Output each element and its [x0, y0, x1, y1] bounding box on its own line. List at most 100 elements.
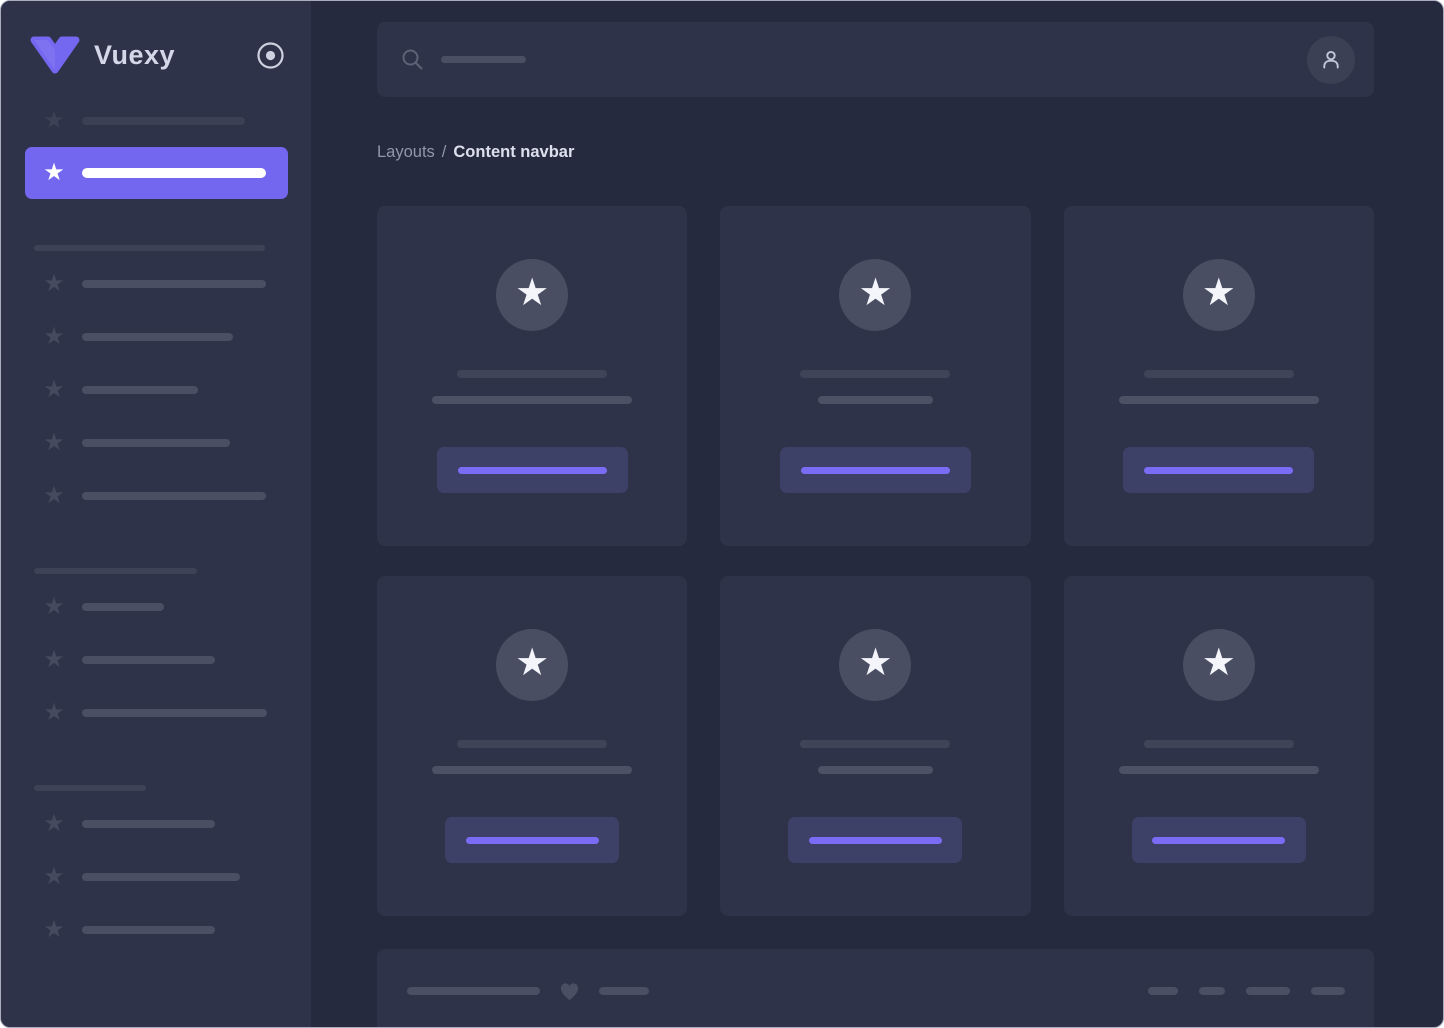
sidebar-menu-item[interactable]: ★: [1, 797, 311, 850]
menu-item-skeleton-bar: [82, 280, 266, 288]
star-avatar: ★: [1183, 629, 1255, 701]
sidebar-section-header-bar: [34, 785, 146, 791]
footer-skeleton-bar: [407, 987, 540, 995]
star-icon: ★: [41, 865, 67, 889]
sidebar-menu: ★ ★ ★ ★ ★ ★ ★ ★ ★ ★ ★ ★ ★: [1, 94, 311, 956]
star-icon: ★: [41, 648, 67, 672]
star-avatar: ★: [839, 259, 911, 331]
heart-icon: [557, 979, 582, 1003]
card-skeleton-line-2: [1119, 766, 1319, 774]
sidebar-menu-item[interactable]: ★: [1, 310, 311, 363]
star-avatar: ★: [1183, 259, 1255, 331]
sidebar-menu-item[interactable]: ★: [1, 633, 311, 686]
star-icon: ★: [515, 274, 549, 312]
menu-item-skeleton-bar: [82, 656, 215, 664]
menu-item-skeleton-bar: [82, 873, 240, 881]
search-input-placeholder-bar[interactable]: [441, 56, 526, 63]
sidebar: Vuexy ★ ★ ★ ★ ★ ★ ★ ★ ★: [1, 1, 311, 1027]
star-icon: ★: [41, 595, 67, 619]
main-content: Layouts/Content navbar ★ ★ ★ ★: [311, 1, 1443, 1027]
star-icon: ★: [41, 918, 67, 942]
footer-skeleton-bar: [599, 987, 649, 995]
star-icon: ★: [1202, 644, 1236, 682]
sidebar-menu-item[interactable]: ★: [1, 416, 311, 469]
sidebar-section-header-bar: [34, 245, 265, 251]
breadcrumb: Layouts/Content navbar: [377, 143, 1374, 162]
card-button-label-bar: [458, 467, 607, 474]
content-card: ★: [720, 206, 1030, 546]
search-icon[interactable]: [401, 48, 424, 71]
card-skeleton-line-2: [432, 396, 632, 404]
card-button-label-bar: [466, 837, 599, 844]
menu-item-skeleton-bar: [82, 439, 230, 447]
sidebar-menu-item[interactable]: ★: [25, 147, 288, 199]
card-button[interactable]: [780, 447, 971, 493]
menu-item-skeleton-bar: [82, 117, 245, 125]
top-navbar: [377, 22, 1374, 97]
star-icon: ★: [41, 161, 67, 185]
footer-skeleton-bar: [1148, 987, 1178, 995]
star-icon: ★: [41, 272, 67, 296]
sidebar-menu-item[interactable]: ★: [1, 469, 311, 522]
star-icon: ★: [41, 378, 67, 402]
star-icon: ★: [41, 431, 67, 455]
card-button-label-bar: [801, 467, 950, 474]
content-card: ★: [1064, 206, 1374, 546]
breadcrumb-section[interactable]: Layouts: [377, 143, 435, 161]
star-avatar: ★: [496, 259, 568, 331]
brand-title: Vuexy: [94, 40, 175, 71]
card-skeleton-line-1: [457, 740, 607, 748]
star-icon: ★: [41, 484, 67, 508]
card-skeleton-line-2: [818, 396, 933, 404]
star-icon: ★: [41, 812, 67, 836]
footer-card: [377, 949, 1374, 1027]
card-skeleton-line-1: [1144, 740, 1294, 748]
sidebar-menu-item[interactable]: ★: [1, 257, 311, 310]
card-skeleton-line-1: [1144, 370, 1294, 378]
star-avatar: ★: [839, 629, 911, 701]
menu-item-skeleton-bar: [82, 386, 198, 394]
sidebar-menu-item[interactable]: ★: [1, 850, 311, 903]
content-card: ★: [377, 576, 687, 916]
sidebar-menu-item[interactable]: ★: [1, 903, 311, 956]
footer-right-group: [1148, 987, 1345, 995]
card-skeleton-line-1: [457, 370, 607, 378]
sidebar-menu-item[interactable]: ★: [1, 580, 311, 633]
star-avatar: ★: [496, 629, 568, 701]
sidebar-menu-item[interactable]: ★: [1, 686, 311, 739]
card-button[interactable]: [445, 817, 619, 863]
content-card: ★: [377, 206, 687, 546]
footer-left-group: [407, 979, 649, 1003]
card-button[interactable]: [1123, 447, 1314, 493]
star-icon: ★: [41, 701, 67, 725]
star-icon: ★: [858, 274, 892, 312]
card-skeleton-line-1: [800, 740, 950, 748]
sidebar-section-header-bar: [34, 568, 197, 574]
card-button-label-bar: [1152, 837, 1285, 844]
card-skeleton-line-1: [800, 370, 950, 378]
sidebar-menu-item[interactable]: ★: [1, 94, 311, 147]
footer-skeleton-bar: [1311, 987, 1345, 995]
card-button[interactable]: [1132, 817, 1306, 863]
breadcrumb-current-page: Content navbar: [453, 143, 574, 161]
star-icon: ★: [1202, 274, 1236, 312]
user-avatar[interactable]: [1307, 36, 1355, 84]
content-card: ★: [1064, 576, 1374, 916]
footer-row: [407, 979, 1345, 1003]
app-frame: Vuexy ★ ★ ★ ★ ★ ★ ★ ★ ★: [0, 0, 1444, 1028]
card-skeleton-line-2: [432, 766, 632, 774]
card-button[interactable]: [788, 817, 962, 863]
sidebar-menu-item[interactable]: ★: [1, 363, 311, 416]
menu-item-skeleton-bar: [82, 492, 266, 500]
user-avatar-icon: [1319, 48, 1343, 72]
vuexy-v-logo-icon: [29, 35, 81, 75]
star-icon: ★: [515, 644, 549, 682]
menu-item-skeleton-bar: [82, 168, 266, 178]
card-button-label-bar: [809, 837, 942, 844]
footer-skeleton-bar: [1246, 987, 1290, 995]
menu-item-skeleton-bar: [82, 926, 215, 934]
card-button[interactable]: [437, 447, 628, 493]
star-icon: ★: [41, 109, 67, 133]
footer-skeleton-bar: [1199, 987, 1225, 995]
menu-pin-toggle-icon[interactable]: [256, 41, 285, 70]
